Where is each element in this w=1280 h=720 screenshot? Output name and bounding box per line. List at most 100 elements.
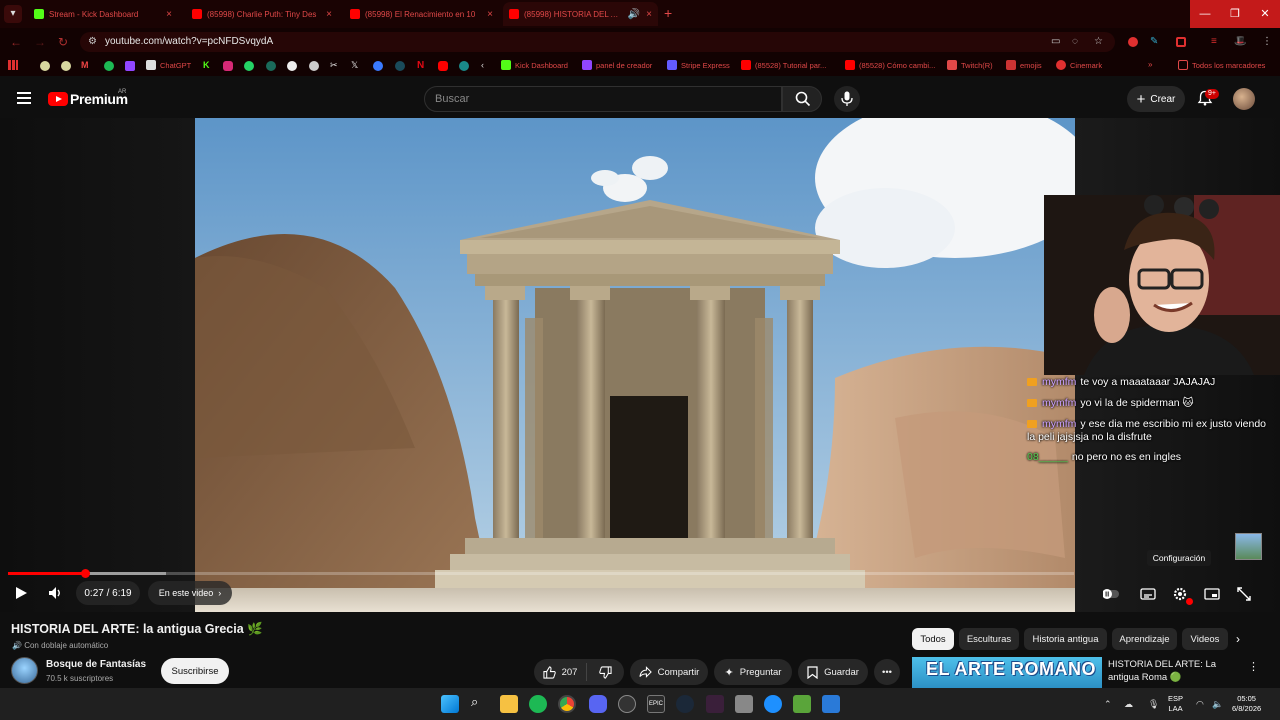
bookmark-twitch[interactable]: Twitch(R) (947, 60, 993, 70)
more-actions-button[interactable]: ••• (874, 659, 900, 685)
close-icon[interactable]: × (646, 9, 652, 20)
create-button[interactable]: + Crear (1127, 86, 1185, 112)
volume-icon[interactable] (48, 586, 64, 600)
search-icon[interactable]: ⌕ (471, 694, 478, 710)
save-button[interactable]: Guardar (798, 659, 868, 685)
subtitles-icon[interactable] (1140, 586, 1156, 602)
spotify-icon[interactable] (529, 695, 547, 713)
miniplayer-icon[interactable] (1204, 586, 1220, 602)
wifi-icon[interactable]: ◠ (1196, 699, 1204, 710)
channel-name[interactable]: Bosque de Fantasías (46, 659, 146, 670)
gmail-icon[interactable]: M (81, 60, 89, 70)
more-vertical-icon[interactable]: ⋮ (1248, 660, 1259, 673)
browser-tab-active[interactable]: (85998) HISTORIA DEL ART 🔊 × (503, 2, 658, 26)
system-clock[interactable]: 05:05 6/8/2026 (1232, 694, 1261, 714)
bookmark-icon[interactable] (61, 61, 71, 71)
subscribe-button[interactable]: Suscribirse (161, 658, 229, 684)
whatsapp-icon[interactable] (244, 61, 254, 71)
start-icon[interactable] (441, 695, 459, 713)
voice-search-button[interactable] (834, 86, 860, 112)
app-icon[interactable] (735, 695, 753, 713)
audio-icon[interactable]: 🔊 (628, 9, 640, 20)
browser-tab[interactable]: Stream - Kick Dashboard × (28, 2, 178, 26)
site-info-icon[interactable]: ⚙ (88, 36, 97, 47)
new-tab-button[interactable]: + (664, 5, 672, 21)
twitch-icon[interactable] (125, 61, 135, 71)
tab-search-button[interactable]: ▾ (4, 5, 22, 23)
bookmarks-overflow-icon[interactable]: » (1148, 60, 1152, 69)
bookmark-icon[interactable] (373, 61, 383, 71)
progress-scrubber[interactable] (80, 569, 90, 578)
netflix-icon[interactable]: N (417, 60, 424, 71)
share-button[interactable]: Compartir (630, 659, 708, 685)
bookmark-icon[interactable] (40, 61, 50, 71)
play-icon[interactable] (14, 586, 28, 600)
forward-icon[interactable]: → (34, 35, 46, 49)
youtube-logo-icon[interactable] (48, 92, 68, 106)
menu-icon[interactable] (17, 92, 31, 104)
more-menu-icon[interactable]: ⋮ (1262, 36, 1272, 47)
epic-games-icon[interactable]: EPIC (647, 695, 665, 713)
maximize-button[interactable]: ❐ (1220, 0, 1250, 28)
minecraft-icon[interactable] (793, 695, 811, 713)
spotify-icon[interactable] (104, 61, 114, 71)
ask-button[interactable]: ✦ Preguntar (714, 659, 792, 685)
bookmark-cinemark[interactable]: Cinemark (1056, 60, 1102, 70)
bookmark-emojis[interactable]: emojis (1006, 60, 1042, 70)
fullscreen-icon[interactable] (1236, 586, 1252, 602)
account-avatar[interactable] (1233, 88, 1255, 110)
x-icon[interactable]: 𝕏 (351, 60, 358, 71)
kick-icon[interactable]: K (203, 60, 210, 70)
progress-bar[interactable] (8, 572, 1074, 575)
media-icon[interactable]: ≡ (1211, 36, 1217, 47)
filter-chip-videos[interactable]: Videos (1182, 628, 1228, 650)
app-icon[interactable] (706, 695, 724, 713)
filter-chip-esculturas[interactable]: Esculturas (959, 628, 1019, 650)
bookmark-icon[interactable] (395, 61, 405, 71)
eye-slash-icon[interactable]: ◌ (1072, 36, 1078, 47)
bookmark-all-folder[interactable]: Todos los marcadores (1178, 60, 1265, 70)
search-input[interactable] (425, 87, 781, 111)
close-icon[interactable]: × (166, 9, 172, 20)
autoplay-toggle-icon[interactable] (1103, 586, 1119, 602)
bookmark-tutorial[interactable]: (85528) Tutorial par... (741, 60, 826, 70)
file-explorer-icon[interactable] (500, 695, 518, 713)
video-frame[interactable] (195, 118, 1075, 612)
bookmark-como-cambiar[interactable]: (85528) Cómo cambi... (845, 60, 935, 70)
close-icon[interactable]: × (487, 9, 493, 20)
extension-icon[interactable] (1128, 37, 1138, 47)
browser-tab[interactable]: (85998) El Renacimiento en 10 × (344, 2, 499, 26)
back-icon[interactable]: ← (10, 35, 22, 49)
chrome-icon[interactable] (558, 695, 576, 713)
app-icon[interactable] (822, 695, 840, 713)
minimize-button[interactable]: — (1190, 0, 1220, 28)
profile-icon[interactable]: 🎩 (1234, 36, 1246, 47)
bookmark-icon[interactable]: ‹ (481, 60, 484, 70)
app-icon[interactable] (764, 695, 782, 713)
bookmark-stripe[interactable]: Stripe Express (667, 60, 730, 70)
bookmark-icon[interactable]: ✂ (330, 60, 338, 71)
star-icon[interactable]: ☆ (1094, 36, 1103, 47)
recommendation-title[interactable]: HISTORIA DEL ARTE: La antigua Roma 🟢 (1108, 658, 1244, 684)
bookmark-icon[interactable] (266, 61, 276, 71)
bookmark-icon[interactable] (309, 61, 319, 71)
apps-grid-icon[interactable] (8, 60, 18, 70)
chevron-right-icon[interactable]: › (1236, 632, 1240, 646)
reload-icon[interactable]: ↻ (58, 35, 68, 49)
filter-chip-historia-antigua[interactable]: Historia antigua (1024, 628, 1107, 650)
instagram-icon[interactable] (223, 61, 233, 71)
bookmark-icon[interactable] (459, 61, 469, 71)
channel-avatar[interactable] (11, 657, 38, 684)
filter-chip-aprendizaje[interactable]: Aprendizaje (1112, 628, 1177, 650)
close-icon[interactable]: × (326, 9, 332, 20)
obs-icon[interactable] (618, 695, 636, 713)
microphone-icon[interactable]: 🎙 (1148, 699, 1159, 710)
dislike-button[interactable] (587, 665, 624, 679)
url-text[interactable]: youtube.com/watch?v=pcNFDSvqydA (105, 36, 273, 47)
extensions-puzzle-icon[interactable] (1176, 37, 1186, 47)
bookmark-panel-creador[interactable]: panel de creador (582, 60, 652, 70)
bookmark-kick-dashboard[interactable]: Kick Dashboard (501, 60, 568, 70)
youtube-icon[interactable] (438, 61, 448, 71)
tray-icon[interactable]: ☁ (1124, 699, 1133, 710)
chapter-button[interactable]: En este video › (148, 581, 232, 605)
